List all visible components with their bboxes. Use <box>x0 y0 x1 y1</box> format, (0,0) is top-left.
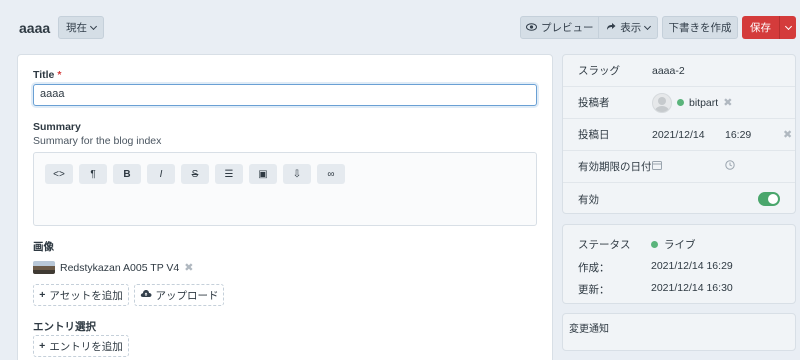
asset-thumbnail <box>33 261 55 274</box>
status-value: ライブ <box>664 239 696 251</box>
author-row: 投稿者 bitpart ✖ <box>563 87 795 119</box>
strikethrough-icon[interactable]: S <box>181 164 209 184</box>
title-label-text: Title <box>33 69 55 81</box>
preview-button[interactable]: プレビュー <box>521 17 600 38</box>
share-icon <box>606 22 616 34</box>
save-options-button[interactable] <box>780 16 796 39</box>
required-mark: * <box>57 69 62 81</box>
paragraph-icon[interactable]: ¶ <box>79 164 107 184</box>
revision-notes-label: 変更通知 <box>569 324 609 335</box>
preview-button-group: プレビュー 表示 <box>520 16 658 39</box>
author-label: 投稿者 <box>578 97 610 109</box>
code-icon[interactable]: <> <box>45 164 73 184</box>
expiry-date-row: 有効期限の日付 <box>563 151 795 183</box>
plus-icon: + <box>39 340 46 352</box>
embed-icon[interactable]: ⇩ <box>283 164 311 184</box>
upload-label: アップロード <box>155 289 219 302</box>
remove-author-icon[interactable]: ✖ <box>723 96 732 109</box>
entry-form: Title * aaaa Summary Summary for the blog… <box>17 54 553 360</box>
enabled-toggle[interactable] <box>758 192 780 206</box>
post-time-input[interactable]: 16:29 <box>725 129 751 141</box>
entry-settings-panel: スラッグ aaaa-2 投稿者 bitpart ✖ 投稿日 2021/12/14… <box>562 54 796 214</box>
entry-title: aaaa <box>19 20 51 36</box>
site-selector-button[interactable]: 現在 <box>58 16 104 39</box>
chevron-down-icon <box>784 22 792 30</box>
updated-row: 更新： 2021/12/14 16:30 <box>578 282 733 297</box>
cloud-upload-icon <box>140 289 152 301</box>
save-button[interactable]: 保存 <box>742 16 780 39</box>
bold-icon[interactable]: B <box>113 164 141 184</box>
summary-label: Summary <box>33 121 81 133</box>
clock-icon[interactable] <box>725 160 735 173</box>
preview-label: プレビュー <box>540 22 594 34</box>
add-asset-button[interactable]: + アセットを追加 <box>33 284 129 306</box>
calendar-icon[interactable] <box>652 160 662 173</box>
save-button-group: 保存 <box>742 16 796 39</box>
updated-label: 更新： <box>578 284 610 296</box>
enabled-label: 有効 <box>578 193 599 206</box>
asset-item: Redstykazan A005 TP V4 ✖ <box>33 261 194 274</box>
created-row: 作成： 2021/12/14 16:29 <box>578 260 733 275</box>
post-date-row: 投稿日 2021/12/14 16:29 ✖ <box>563 119 795 151</box>
header: aaaa 現在 プレビュー 表示 下書きを作成 保存 <box>0 0 800 54</box>
eye-icon <box>525 22 537 34</box>
add-asset-label: アセットを追加 <box>49 289 123 302</box>
remove-asset-icon[interactable]: ✖ <box>184 261 193 274</box>
summary-help-text: Summary for the blog index <box>33 135 162 147</box>
author-name: bitpart <box>689 96 719 109</box>
add-entry-button[interactable]: + エントリを追加 <box>33 335 129 357</box>
slug-row: スラッグ aaaa-2 <box>563 55 795 87</box>
add-entry-label: エントリを追加 <box>49 340 123 353</box>
live-dot-icon <box>651 241 658 248</box>
italic-icon[interactable]: I <box>147 164 175 184</box>
slug-value[interactable]: aaaa-2 <box>652 65 685 77</box>
enabled-row: 有効 <box>563 183 795 215</box>
created-value: 2021/12/14 16:29 <box>651 260 733 272</box>
revision-notes-panel[interactable]: 変更通知 <box>562 313 796 351</box>
status-dot-icon <box>677 99 684 106</box>
image-icon[interactable]: ▣ <box>249 164 277 184</box>
expiry-date-label: 有効期限の日付 <box>578 161 652 173</box>
title-label: Title * <box>33 69 62 81</box>
visit-label: 表示 <box>620 22 642 34</box>
site-selector-label: 現在 <box>66 22 87 34</box>
status-row: ステータス ライブ <box>578 237 696 252</box>
upload-button[interactable]: アップロード <box>134 284 224 306</box>
slug-label: スラッグ <box>578 65 620 77</box>
entry-meta-panel: ステータス ライブ 作成： 2021/12/14 16:29 更新： 2021/… <box>562 224 796 304</box>
chevron-down-icon <box>644 22 652 30</box>
plus-icon: + <box>39 289 46 301</box>
summary-editor[interactable]: <> ¶ B I S ☰ ▣ ⇩ ∞ <box>33 152 537 226</box>
clear-date-icon[interactable]: ✖ <box>783 128 792 141</box>
status-badge: ライブ <box>651 237 696 252</box>
link-icon[interactable]: ∞ <box>317 164 345 184</box>
chevron-down-icon <box>89 22 98 30</box>
status-label: ステータス <box>578 239 631 251</box>
created-label: 作成： <box>578 262 610 274</box>
updated-value: 2021/12/14 16:30 <box>651 282 733 294</box>
create-draft-button[interactable]: 下書きを作成 <box>662 16 738 39</box>
entries-label: エントリ選択 <box>33 321 96 333</box>
post-date-input[interactable]: 2021/12/14 <box>652 129 705 141</box>
author-field[interactable]: bitpart ✖ <box>652 92 732 113</box>
image-label: 画像 <box>33 241 54 253</box>
asset-name[interactable]: Redstykazan A005 TP V4 <box>60 262 179 274</box>
visit-button[interactable]: 表示 <box>599 17 657 38</box>
title-input[interactable]: aaaa <box>33 84 537 106</box>
avatar <box>652 92 672 113</box>
list-icon[interactable]: ☰ <box>215 164 243 184</box>
post-date-label: 投稿日 <box>578 129 610 141</box>
